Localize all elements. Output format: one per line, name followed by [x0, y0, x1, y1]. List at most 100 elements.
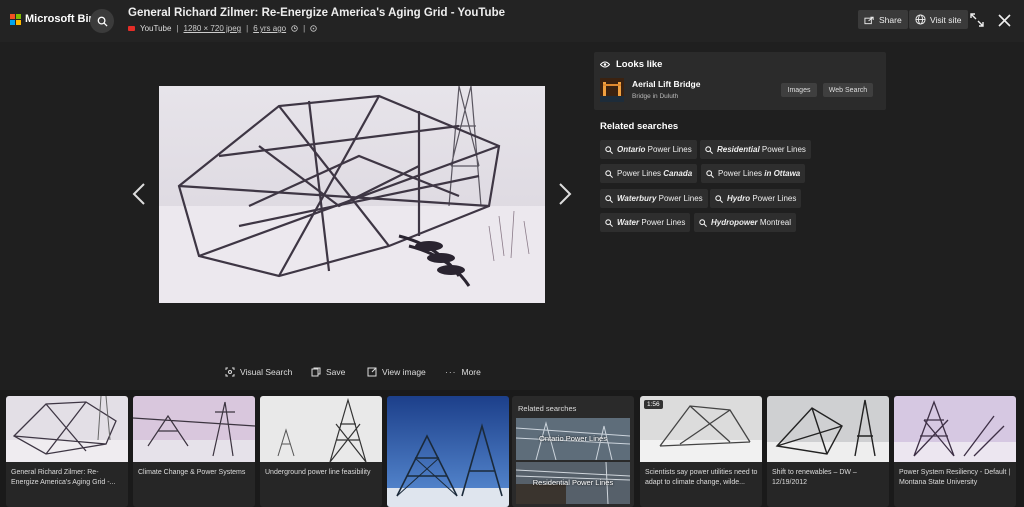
- info-icon[interactable]: [310, 25, 317, 32]
- images-button[interactable]: Images: [781, 83, 817, 97]
- entity-subtitle: Bridge in Duluth: [632, 93, 679, 100]
- clock-icon: [291, 25, 298, 32]
- age-link[interactable]: 6 yrs ago: [253, 24, 286, 33]
- chip-emphasis: Hydropower: [711, 218, 758, 227]
- source-link[interactable]: YouTube: [140, 24, 171, 33]
- visual-search-button[interactable]: Visual Search: [225, 367, 292, 377]
- related-image-card[interactable]: [387, 396, 509, 507]
- related-search-chip[interactable]: Power Lines Canada: [600, 164, 698, 183]
- search-icon: [699, 218, 707, 227]
- related-image-card[interactable]: 1:56 Scientists say power utilities need…: [640, 396, 762, 507]
- chip-label: Hydro Power Lines: [727, 194, 796, 203]
- search-icon: [605, 169, 613, 178]
- related-image-card[interactable]: Shift to renewables – DW – 12/19/2012: [767, 396, 889, 507]
- related-card-heading: Related searches: [518, 404, 577, 413]
- chip-text: Power Lines: [639, 218, 686, 227]
- tower-blue-sky-thumbnail: [387, 396, 509, 507]
- save-label: Save: [326, 367, 346, 377]
- divider: |: [176, 24, 179, 33]
- collapsed-tower-thumbnail: [6, 396, 128, 462]
- related-searches-heading: Related searches: [600, 121, 679, 132]
- dimensions-link[interactable]: 1280 × 720 jpeg: [184, 24, 242, 33]
- chip-emphasis: in Ottawa: [762, 169, 801, 178]
- chip-emphasis: Canada: [661, 169, 693, 178]
- save-button[interactable]: Save: [311, 367, 345, 377]
- share-icon: [864, 16, 874, 24]
- visual-search-icon: [225, 367, 235, 377]
- close-icon: [997, 13, 1011, 27]
- chip-label: Power Lines Canada: [617, 169, 692, 178]
- save-icon: [311, 367, 321, 377]
- card-caption: General Richard Zilmer: Re-Energize Amer…: [11, 469, 116, 486]
- view-image-icon: [367, 367, 377, 377]
- related-search-chip[interactable]: Water Power Lines: [600, 213, 691, 232]
- chip-emphasis: Ontario: [617, 145, 646, 154]
- entity-name[interactable]: Aerial Lift Bridge: [632, 79, 700, 89]
- chip-text: Power Lines: [617, 169, 662, 178]
- web-search-button[interactable]: Web Search: [823, 83, 873, 97]
- chip-text: Power Lines: [645, 145, 692, 154]
- search-icon: [705, 145, 713, 154]
- divider: |: [303, 24, 306, 33]
- card-caption: Power System Resiliency - Default | Mont…: [899, 469, 1011, 486]
- chip-text: Power Lines: [750, 194, 797, 203]
- related-search-chip[interactable]: Hydropower Montreal: [694, 213, 797, 232]
- related-image-card[interactable]: Climate Change & Power Systems: [133, 396, 255, 507]
- chip-label: Waterbury Power Lines: [617, 194, 703, 203]
- chip-emphasis: Hydro: [727, 194, 751, 203]
- view-image-label: View image: [382, 367, 426, 377]
- chip-emphasis: Residential: [717, 145, 760, 154]
- chip-label: Ontario Power Lines: [617, 145, 692, 154]
- related-tile-ontario[interactable]: Ontario Power Lines: [516, 418, 630, 460]
- bridge-thumbnail[interactable]: [600, 78, 624, 102]
- previous-image-button[interactable]: [132, 182, 146, 206]
- related-search-chip[interactable]: Waterbury Power Lines: [600, 189, 708, 208]
- related-search-chip[interactable]: Hydro Power Lines: [710, 189, 802, 208]
- more-button[interactable]: ··· More: [445, 367, 481, 377]
- related-searches-card: Related searches Ontario Power Lines Res…: [512, 396, 634, 507]
- search-button[interactable]: [90, 9, 114, 33]
- related-search-chip[interactable]: Ontario Power Lines: [600, 140, 697, 159]
- microsoft-logo-icon: [10, 13, 21, 25]
- visit-site-button[interactable]: Visit site: [909, 10, 968, 29]
- collapsed-tower-image: [159, 86, 545, 303]
- chip-emphasis: Waterbury: [617, 194, 657, 203]
- next-image-button[interactable]: [558, 182, 572, 206]
- card-caption: Underground power line feasibility: [265, 469, 371, 476]
- related-tile-residential[interactable]: Residential Power Lines: [516, 462, 630, 504]
- chip-label: Power Lines in Ottawa: [718, 169, 800, 178]
- power-lines-thumbnail: [133, 396, 255, 462]
- search-icon: [715, 194, 723, 203]
- close-button[interactable]: [994, 10, 1014, 30]
- search-icon: [605, 194, 613, 203]
- related-tile-label: Ontario Power Lines: [539, 434, 607, 443]
- chip-text: Montreal: [757, 218, 792, 227]
- chip-label: Water Power Lines: [617, 218, 685, 227]
- share-label: Share: [879, 14, 902, 25]
- related-search-chip[interactable]: Power Lines in Ottawa: [701, 164, 806, 183]
- chip-text: Power Lines: [718, 169, 763, 178]
- related-image-card[interactable]: Power System Resiliency - Default | Mont…: [894, 396, 1016, 507]
- related-image-card[interactable]: Underground power line feasibility: [260, 396, 382, 507]
- share-button[interactable]: Share: [858, 10, 908, 29]
- power-resiliency-thumbnail: [894, 396, 1016, 462]
- search-icon: [97, 16, 108, 27]
- top-bar: Microsoft Bing General Richard Zilmer: R…: [0, 0, 1024, 42]
- image-meta: YouTube | 1280 × 720 jpeg | 6 yrs ago |: [128, 24, 317, 33]
- globe-icon: [915, 14, 926, 25]
- related-image-card[interactable]: General Richard Zilmer: Re-Energize Amer…: [6, 396, 128, 507]
- image-title[interactable]: General Richard Zilmer: Re-Energize Amer…: [128, 7, 505, 19]
- main-image[interactable]: [159, 86, 545, 303]
- chip-text: Power Lines: [759, 145, 806, 154]
- chip-label: Hydropower Montreal: [711, 218, 791, 227]
- eye-icon: [600, 61, 610, 68]
- chip-text: Power Lines: [656, 194, 703, 203]
- card-caption: Shift to renewables – DW – 12/19/2012: [772, 469, 857, 486]
- bing-logo[interactable]: Microsoft Bing: [10, 13, 102, 25]
- related-search-chip[interactable]: Residential Power Lines: [700, 140, 811, 159]
- looks-like-heading: Looks like: [600, 59, 662, 70]
- view-image-button[interactable]: View image: [367, 367, 426, 377]
- divider: |: [246, 24, 249, 33]
- fullscreen-button[interactable]: [967, 10, 987, 30]
- card-caption: Climate Change & Power Systems: [138, 469, 246, 476]
